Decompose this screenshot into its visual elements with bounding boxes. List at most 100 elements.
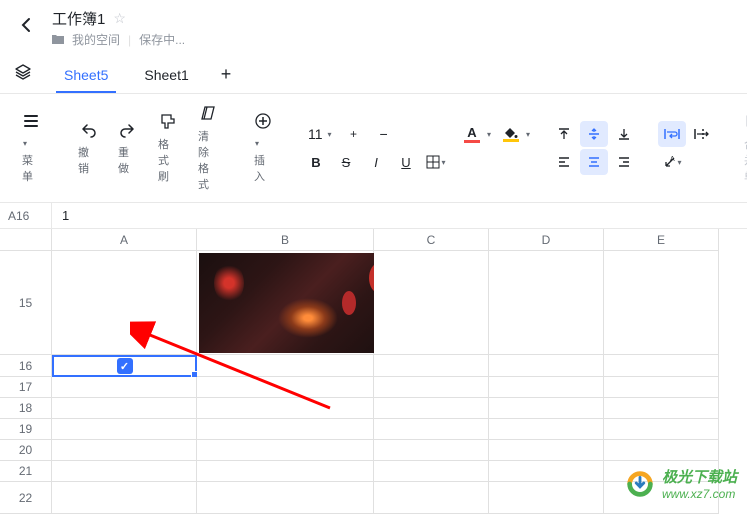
font-size-increase[interactable]: + [340,121,368,147]
cell-E20[interactable] [604,440,719,461]
row-header-20[interactable]: 20 [0,440,52,461]
row-header-19[interactable]: 19 [0,419,52,440]
text-rotate-button[interactable]: A▾ [658,149,686,175]
row-header-17[interactable]: 17 [0,377,52,398]
cell-reference[interactable]: A16 [0,203,52,228]
cell-C17[interactable] [374,377,489,398]
cell-A21[interactable] [52,461,197,482]
tab-sheet1[interactable]: Sheet1 [128,57,204,93]
cell-A19[interactable] [52,419,197,440]
cell-D19[interactable] [489,419,604,440]
cell-D15[interactable] [489,251,604,355]
sheet-tabs: Sheet5 Sheet1 + [0,56,747,94]
align-left-button[interactable] [550,149,578,175]
back-button[interactable] [14,12,40,44]
insert-button[interactable]: ▾ 插入 [246,108,282,188]
valign-bottom-button[interactable] [610,121,638,147]
watermark-url: www.xz7.com [662,487,737,501]
select-all-corner[interactable] [0,229,52,251]
cell-E19[interactable] [604,419,719,440]
row-header-22[interactable]: 22 [0,482,52,514]
cell-A20[interactable] [52,440,197,461]
row-header-16[interactable]: 16 [0,355,52,377]
col-header-E[interactable]: E [604,229,719,251]
cell-D22[interactable] [489,482,604,514]
font-size-decrease[interactable]: − [370,121,398,147]
add-sheet-button[interactable]: + [209,56,244,93]
cell-E15[interactable] [604,251,719,355]
cell-A17[interactable] [52,377,197,398]
formula-bar: A16 1 [0,203,747,229]
cell-C20[interactable] [374,440,489,461]
merge-cells-button[interactable]: 合并单 [736,108,747,188]
overflow-button[interactable] [688,121,716,147]
cell-B19[interactable] [197,419,374,440]
col-header-A[interactable]: A [52,229,197,251]
checkbox-checked-icon[interactable]: ✓ [117,358,133,374]
fill-color-button[interactable] [499,125,523,144]
cell-B20[interactable] [197,440,374,461]
border-button[interactable]: ▾ [422,149,450,175]
title-area: 工作簿1 ☆ 我的空间 | 保存中... [52,8,185,48]
format-painter-button[interactable]: 格式刷 [150,108,186,188]
align-right-button[interactable] [610,149,638,175]
cell-D20[interactable] [489,440,604,461]
cell-B22[interactable] [197,482,374,514]
align-center-button[interactable] [580,149,608,175]
cell-B18[interactable] [197,398,374,419]
valign-middle-button[interactable] [580,121,608,147]
cell-D17[interactable] [489,377,604,398]
menu-button[interactable]: ▾ 菜单 [14,108,50,188]
cell-E18[interactable] [604,398,719,419]
watermark-logo-icon [624,468,656,500]
col-header-D[interactable]: D [489,229,604,251]
cell-A22[interactable] [52,482,197,514]
wrap-text-button[interactable] [658,121,686,147]
valign-top-button[interactable] [550,121,578,147]
cell-E16[interactable] [604,355,719,377]
folder-icon [52,33,64,47]
cell-A18[interactable] [52,398,197,419]
formula-input[interactable]: 1 [52,203,747,228]
embedded-image[interactable] [199,253,396,353]
col-header-B[interactable]: B [197,229,374,251]
cell-D18[interactable] [489,398,604,419]
sheets-list-icon[interactable] [14,63,32,86]
strikethrough-button[interactable]: S [332,149,360,175]
clear-format-button[interactable]: 清除格式 [190,100,226,196]
row-header-15[interactable]: 15 [0,251,52,355]
cell-B21[interactable] [197,461,374,482]
row-header-18[interactable]: 18 [0,398,52,419]
font-size-selector[interactable]: 11 ▾ [302,124,338,144]
text-color-button[interactable]: A [460,123,484,145]
italic-button[interactable]: I [362,149,390,175]
bold-button[interactable]: B [302,149,330,175]
undo-button[interactable]: 撤销 [70,116,106,180]
eraser-icon [199,104,217,126]
row-header-21[interactable]: 21 [0,461,52,482]
cell-A16[interactable]: ✓ [52,355,197,377]
cell-C15[interactable] [374,251,489,355]
cell-C19[interactable] [374,419,489,440]
tab-sheet5[interactable]: Sheet5 [48,57,124,93]
cell-D16[interactable] [489,355,604,377]
cell-E17[interactable] [604,377,719,398]
space-label[interactable]: 我的空间 [72,31,120,48]
cell-C18[interactable] [374,398,489,419]
redo-icon [119,120,137,142]
cell-A15[interactable] [52,251,197,355]
cell-B17[interactable] [197,377,374,398]
cell-C16[interactable] [374,355,489,377]
cell-C21[interactable] [374,461,489,482]
star-icon[interactable]: ☆ [113,10,126,27]
divider: | [128,33,131,47]
redo-button[interactable]: 重做 [110,116,146,180]
cell-B16[interactable] [197,355,374,377]
underline-button[interactable]: U [392,149,420,175]
cell-B15[interactable] [197,251,374,355]
cell-D21[interactable] [489,461,604,482]
cell-C22[interactable] [374,482,489,514]
chevron-left-icon [18,16,36,34]
document-title[interactable]: 工作簿1 [52,8,105,29]
col-header-C[interactable]: C [374,229,489,251]
